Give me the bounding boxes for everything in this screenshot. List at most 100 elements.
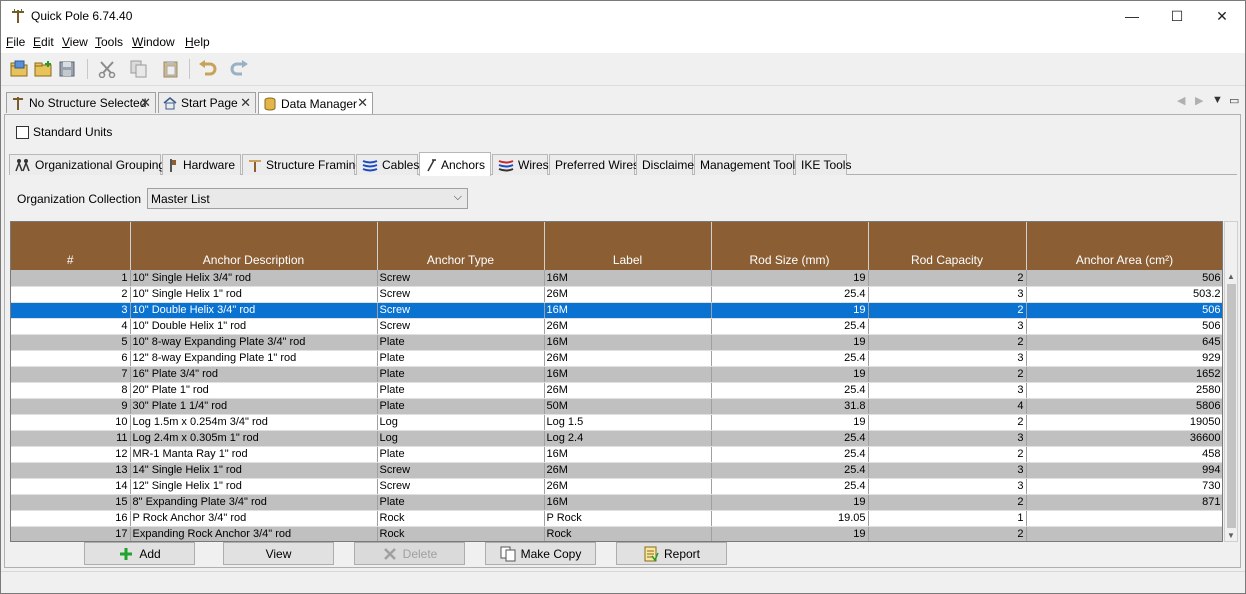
column-header[interactable]: # <box>11 222 131 270</box>
table-cell[interactable]: 25.4 <box>711 286 869 303</box>
table-cell[interactable]: 26M <box>544 350 712 367</box>
table-cell[interactable]: 2 <box>868 302 1027 319</box>
table-cell[interactable]: 645 <box>1026 334 1222 351</box>
table-cell[interactable]: 3 <box>868 462 1027 479</box>
tab-preferred-wires[interactable]: Preferred Wires <box>549 154 639 175</box>
table-row[interactable]: 9 30" Plate 1 1/4" rod Plate 50M 31.8 4 5806 <box>11 398 1222 415</box>
tab-management-tools[interactable]: Management Tools <box>694 154 801 175</box>
table-row[interactable]: 6 12" 8-way Expanding Plate 1" rod Plate 26… <box>11 350 1222 367</box>
scroll-tabs-right-icon[interactable]: ▶ <box>1195 94 1203 107</box>
scroll-down-icon[interactable]: ▼ <box>1227 531 1235 540</box>
table-cell[interactable]: 25.4 <box>711 446 869 463</box>
table-cell[interactable]: 506 <box>1026 270 1222 287</box>
tab-organizational-groupings[interactable]: Organizational Groupings <box>9 154 171 175</box>
table-cell[interactable]: Rock <box>377 526 545 541</box>
table-cell[interactable]: 26M <box>544 382 712 399</box>
table-cell[interactable]: Log 2.4 <box>544 430 712 447</box>
menu-view[interactable]: View <box>62 35 88 49</box>
table-cell[interactable]: 1 <box>868 510 1027 527</box>
table-row[interactable]: 1 10" Single Helix 3/4" rod Screw 16M 19 2 506 <box>11 270 1222 287</box>
table-cell[interactable]: 14 <box>11 478 131 495</box>
close-button[interactable]: ✕ <box>1199 1 1245 31</box>
table-cell[interactable] <box>1026 510 1222 527</box>
tab-disclaimer[interactable]: Disclaimer <box>636 154 698 175</box>
table-cell[interactable]: 2 <box>868 494 1027 511</box>
column-header[interactable]: Rod Capacity <box>868 222 1027 270</box>
table-cell[interactable]: 871 <box>1026 494 1222 511</box>
tab-list-dropdown-icon[interactable]: ▼ <box>1212 94 1223 106</box>
table-cell[interactable]: 994 <box>1026 462 1222 479</box>
close-tab-icon[interactable]: ✕ <box>140 95 151 111</box>
table-cell[interactable]: Screw <box>377 462 545 479</box>
table-cell[interactable]: Plate <box>377 350 545 367</box>
table-cell[interactable]: 10" Double Helix 1" rod <box>130 318 378 335</box>
column-header[interactable]: Anchor Area (cm²) <box>1026 222 1222 270</box>
table-cell[interactable]: 16M <box>544 270 712 287</box>
table-cell[interactable]: MR-1 Manta Ray 1" rod <box>130 446 378 463</box>
table-cell[interactable] <box>1026 526 1222 541</box>
table-cell[interactable]: 19 <box>711 526 869 541</box>
table-cell[interactable]: Screw <box>377 318 545 335</box>
table-cell[interactable]: 10" Single Helix 3/4" rod <box>130 270 378 287</box>
table-cell[interactable]: 4 <box>868 398 1027 415</box>
view-button[interactable]: View <box>223 542 334 565</box>
table-cell[interactable]: 8 <box>11 382 131 399</box>
table-cell[interactable]: Expanding Rock Anchor 3/4" rod <box>130 526 378 541</box>
maximize-panel-icon[interactable]: ▭ <box>1229 94 1239 107</box>
table-cell[interactable]: 2 <box>868 334 1027 351</box>
minimize-button[interactable]: — <box>1109 1 1155 31</box>
table-cell[interactable]: 7 <box>11 366 131 383</box>
table-cell[interactable]: P Rock <box>544 510 712 527</box>
table-row[interactable]: 11 Log 2.4m x 0.305m 1" rod Log Log 2.4 25.4… <box>11 430 1222 447</box>
table-cell[interactable]: 10" Double Helix 3/4" rod <box>130 302 378 319</box>
table-cell[interactable]: 50M <box>544 398 712 415</box>
table-cell[interactable]: 25.4 <box>711 478 869 495</box>
table-cell[interactable]: 2580 <box>1026 382 1222 399</box>
table-cell[interactable]: 458 <box>1026 446 1222 463</box>
table-cell[interactable]: 506 <box>1026 302 1222 319</box>
add-button[interactable]: Add <box>84 542 195 565</box>
table-cell[interactable]: 929 <box>1026 350 1222 367</box>
table-cell[interactable]: 16" Plate 3/4" rod <box>130 366 378 383</box>
vertical-scrollbar[interactable]: ▲ ▼ <box>1224 221 1238 542</box>
checkbox-box[interactable] <box>16 125 29 139</box>
table-cell[interactable]: 17 <box>11 526 131 541</box>
cut-icon[interactable] <box>95 57 119 81</box>
save-icon[interactable] <box>56 57 80 81</box>
table-cell[interactable]: 25.4 <box>711 350 869 367</box>
table-cell[interactable]: 3 <box>11 302 131 319</box>
table-cell[interactable]: 14" Single Helix 1" rod <box>130 462 378 479</box>
table-cell[interactable]: Log <box>377 414 545 431</box>
table-cell[interactable]: 11 <box>11 430 131 447</box>
table-cell[interactable]: 26M <box>544 318 712 335</box>
table-cell[interactable]: 19 <box>711 334 869 351</box>
table-row[interactable]: 4 10" Double Helix 1" rod Screw 26M 25.4 3 506 <box>11 318 1222 335</box>
table-cell[interactable]: 16M <box>544 366 712 383</box>
table-cell[interactable]: 30" Plate 1 1/4" rod <box>130 398 378 415</box>
table-cell[interactable]: 16M <box>544 302 712 319</box>
scrollbar-thumb[interactable] <box>1227 284 1236 528</box>
table-cell[interactable]: 12" Single Helix 1" rod <box>130 478 378 495</box>
tab-structure-framing[interactable]: Structure Framing <box>242 154 362 175</box>
open-folder-icon[interactable] <box>8 57 32 81</box>
table-cell[interactable]: Log 1.5 <box>544 414 712 431</box>
table-cell[interactable]: 6 <box>11 350 131 367</box>
table-cell[interactable]: 9 <box>11 398 131 415</box>
table-cell[interactable]: 15 <box>11 494 131 511</box>
table-cell[interactable]: 506 <box>1026 318 1222 335</box>
table-cell[interactable]: 8" Expanding Plate 3/4" rod <box>130 494 378 511</box>
tab-cables[interactable]: Cables <box>356 154 419 175</box>
table-row[interactable]: 13 14" Single Helix 1" rod Screw 26M 25.4 3 99… <box>11 462 1222 479</box>
table-cell[interactable]: 19.05 <box>711 510 869 527</box>
table-row[interactable]: 10 Log 1.5m x 0.254m 3/4" rod Log Log 1.5 19… <box>11 414 1222 431</box>
table-cell[interactable]: Plate <box>377 494 545 511</box>
table-cell[interactable]: P Rock Anchor 3/4" rod <box>130 510 378 527</box>
table-cell[interactable]: Plate <box>377 334 545 351</box>
menu-file[interactable]: File <box>6 35 25 49</box>
tab-start-page[interactable]: Start Page ✕ <box>158 92 256 113</box>
table-cell[interactable]: Log 2.4m x 0.305m 1" rod <box>130 430 378 447</box>
table-row[interactable]: 7 16" Plate 3/4" rod Plate 16M 19 2 1652 <box>11 366 1222 383</box>
table-cell[interactable]: 25.4 <box>711 462 869 479</box>
table-row[interactable]: 16 P Rock Anchor 3/4" rod Rock P Rock 19.05 1 <box>11 510 1222 527</box>
table-cell[interactable]: Screw <box>377 286 545 303</box>
